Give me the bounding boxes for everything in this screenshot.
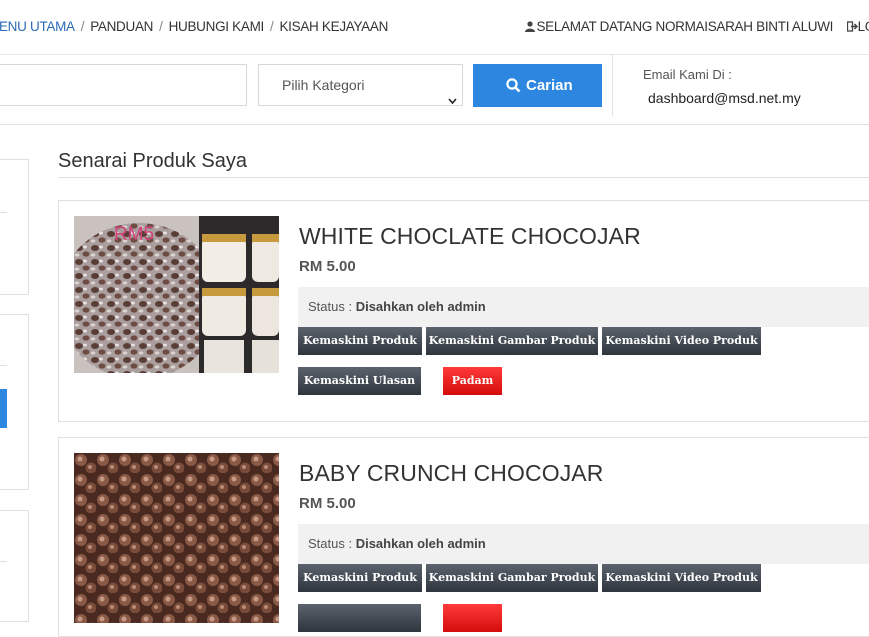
keyword-input[interactable]	[0, 64, 247, 106]
delete-button[interactable]	[443, 604, 502, 632]
category-selected-label: Pilih Kategori	[282, 77, 365, 93]
sidebar-active-item[interactable]	[0, 389, 7, 428]
main-nav: MENU UTAMA/PANDUAN/HUBUNGI KAMI/KISAH KE…	[0, 19, 388, 34]
update-product-video-button[interactable]: Kemaskini Video Produk	[602, 327, 761, 355]
logout-icon	[846, 20, 858, 32]
nav-hubungi-kami[interactable]: HUBUNGI KAMI	[169, 19, 265, 34]
nav-panduan[interactable]: PANDUAN	[90, 19, 153, 34]
product-image[interactable]	[74, 453, 279, 623]
product-image-price-tag: RM5	[114, 224, 155, 245]
product-name[interactable]: WHITE CHOCLATE CHOCOJAR	[299, 223, 641, 250]
nav-menu-utama[interactable]: MENU UTAMA	[0, 19, 75, 34]
page-title: Senarai Produk Saya	[58, 150, 248, 172]
product-status: Status : Disahkan oleh admin	[298, 287, 869, 327]
update-product-button[interactable]: Kemaskini Produk	[298, 564, 422, 592]
search-bar: Pilih Kategori Carian Email Kami Di : da…	[0, 54, 869, 125]
delete-button[interactable]: Padam	[443, 367, 502, 395]
nav-kisah-kejayaan[interactable]: KISAH KEJAYAAN	[279, 19, 388, 34]
update-product-video-button[interactable]: Kemaskini Video Produk	[602, 564, 761, 592]
product-price: RM 5.00	[299, 495, 356, 512]
chevron-down-icon	[448, 80, 457, 105]
product-card: RM5 WHITE CHOCLATE CHOCOJAR RM 5.00 Stat…	[58, 200, 869, 422]
status-value: Disahkan oleh admin	[355, 299, 486, 314]
email-value[interactable]: dashboard@msd.net.my	[648, 90, 801, 106]
sidebar-panel-1	[0, 159, 29, 295]
logout-label: LO	[857, 19, 869, 34]
user-greeting[interactable]: SELAMAT DATANG NORMAISARAH BINTI ALUWI	[536, 19, 833, 34]
search-button[interactable]: Carian	[473, 64, 602, 107]
update-product-button[interactable]: Kemaskini Produk	[298, 327, 422, 355]
sidebar-panel-3	[0, 510, 29, 622]
email-label: Email Kami Di :	[643, 67, 732, 82]
update-product-image-button[interactable]: Kemaskini Gambar Produk	[426, 327, 598, 355]
status-value: Disahkan oleh admin	[355, 536, 486, 551]
product-price: RM 5.00	[299, 258, 356, 275]
logout-link[interactable]: LO	[846, 19, 869, 34]
product-name[interactable]: BABY CRUNCH CHOCOJAR	[299, 460, 603, 487]
product-card: BABY CRUNCH CHOCOJAR RM 5.00 Status : Di…	[58, 437, 869, 637]
update-review-button[interactable]	[298, 604, 421, 632]
update-review-button[interactable]: Kemaskini Ulasan	[298, 367, 421, 395]
user-area: SELAMAT DATANG NORMAISARAH BINTI ALUWI L…	[525, 19, 869, 34]
title-divider	[58, 177, 869, 178]
product-image[interactable]: RM5	[74, 216, 279, 373]
user-icon	[525, 20, 536, 32]
update-product-image-button[interactable]: Kemaskini Gambar Produk	[426, 564, 598, 592]
product-status: Status : Disahkan oleh admin	[298, 524, 869, 564]
top-navbar: MENU UTAMA/PANDUAN/HUBUNGI KAMI/KISAH KE…	[0, 0, 869, 55]
divider	[612, 54, 613, 116]
category-select[interactable]: Pilih Kategori	[258, 64, 463, 106]
search-button-label: Carian	[526, 77, 573, 94]
search-icon	[506, 78, 521, 93]
